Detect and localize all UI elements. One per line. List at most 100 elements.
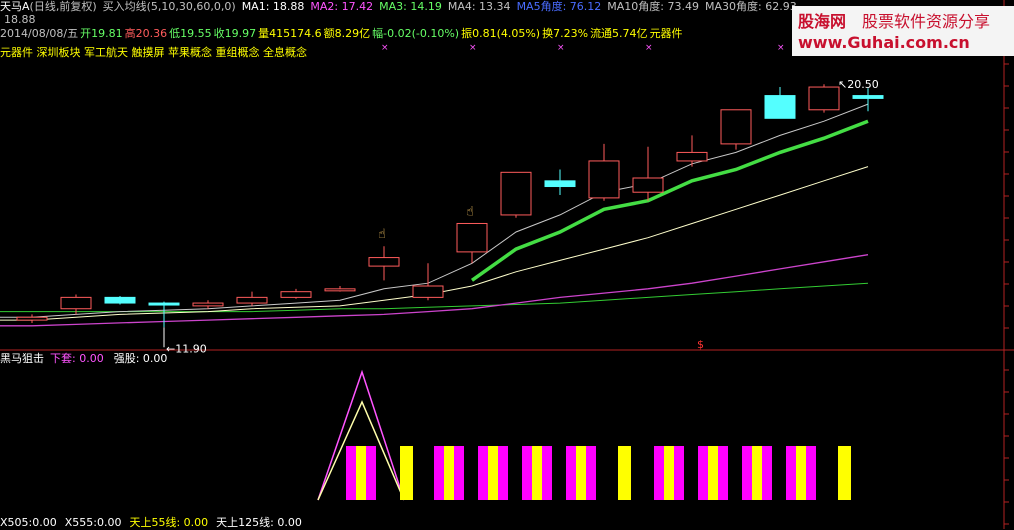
sub-bar-yellow xyxy=(488,446,498,500)
footer-x555: X555:0.00 xyxy=(64,516,122,529)
concept-tags: 元器件 深圳板块 军工航天 触摸屏 苹果概念 重组概念 全息概念 xyxy=(0,46,307,59)
sub-bar-yellow xyxy=(400,446,413,500)
candle-body xyxy=(764,95,796,119)
header-bar: 天马A(日线,前复权) 买入均线(5,10,30,60,0,0) MA1: 18.8… xyxy=(0,0,803,14)
signal-mark: × xyxy=(557,43,565,53)
sub-bar-magenta xyxy=(478,446,488,500)
candle-body xyxy=(280,291,312,298)
signal-mark: × xyxy=(645,43,653,53)
sub-bar-magenta xyxy=(762,446,772,500)
sub-bar-magenta xyxy=(434,446,444,500)
sub-bar-yellow xyxy=(576,446,586,500)
sub-bar-magenta xyxy=(654,446,664,500)
signal-mark: × xyxy=(469,43,477,53)
ma5-angle: MA5角度: 76.12 xyxy=(516,0,602,13)
candle-body xyxy=(192,302,224,307)
candle-body xyxy=(104,296,136,304)
sub-footer: X505:0.00 X555:0.00 天上55线: 0.00 天上125线: 0.0… xyxy=(0,516,302,530)
quote-sector: 元器件 xyxy=(649,27,683,40)
ma4-value: MA4: 13.34 xyxy=(447,0,511,13)
sub-label-xiatao: 下套: 0.00 xyxy=(50,352,104,365)
quote-date: 2014/08/08/五 xyxy=(0,27,79,40)
signal-mark: × xyxy=(777,43,785,53)
sub-bar-yellow xyxy=(356,446,366,500)
low-price-label: ←11.90 xyxy=(166,343,207,356)
candle-body xyxy=(544,180,576,188)
quote-bar: 2014/08/08/五 开19.81 高20.36 低19.55 收19.97 量415… xyxy=(0,27,689,41)
candle-body xyxy=(16,316,48,321)
footer-line55: 天上55线: 0.00 xyxy=(129,516,209,529)
quote-close: 收19.97 xyxy=(213,27,257,40)
sub-bar-magenta xyxy=(346,446,356,500)
sub-bar-yellow xyxy=(752,446,762,500)
candle-body xyxy=(632,177,664,193)
candle-body xyxy=(456,222,488,253)
quote-turnover: 换7.23% xyxy=(542,27,589,40)
period-label: (日线,前复权) xyxy=(29,0,97,13)
candle-body xyxy=(808,86,840,111)
candle-body xyxy=(60,296,92,310)
ma3-value: MA3: 14.19 xyxy=(379,0,442,13)
candle-body xyxy=(676,151,708,162)
candle-body xyxy=(236,296,268,304)
footer-x505: X505:0.00 xyxy=(0,516,57,529)
watermark-site: 股海网 xyxy=(798,12,847,31)
sub-bar-yellow xyxy=(708,446,718,500)
s-marker: $ xyxy=(697,338,704,351)
sub-bar-magenta xyxy=(742,446,752,500)
signal-mark: × xyxy=(381,43,389,53)
sub-bar-yellow xyxy=(618,446,631,500)
ma2-value: MA2: 17.42 xyxy=(310,0,374,13)
hand-icon: ☝ xyxy=(466,204,474,219)
watermark-url: www.Guhai.com.cn xyxy=(798,33,970,52)
sub-bar-magenta xyxy=(786,446,796,500)
watermark-slogan: 股票软件资源分享 xyxy=(862,12,991,31)
sub-bar-yellow xyxy=(444,446,454,500)
sub-label-qianggu: 强股: 0.00 xyxy=(113,352,168,365)
candle-body xyxy=(852,95,884,99)
quote-low: 低19.55 xyxy=(169,27,212,40)
quote-open: 开19.81 xyxy=(80,27,123,40)
sub-bar-yellow xyxy=(532,446,542,500)
ma1-value: MA1: 18.88 xyxy=(241,0,305,13)
high-price-label: ↖20.50 xyxy=(838,78,879,91)
quote-amplitude: 振0.81(4.05%) xyxy=(461,27,541,40)
sub-bar-magenta xyxy=(566,446,576,500)
ma30-angle: MA30角度: 62.93 xyxy=(705,0,797,13)
candle-body xyxy=(500,171,532,216)
hand-icon: ☝ xyxy=(378,227,386,242)
ma10-angle: MA10角度: 73.49 xyxy=(607,0,699,13)
quote-high: 高20.36 xyxy=(124,27,168,40)
sub-title: 黑马狙击 xyxy=(0,352,44,365)
quote-amount: 额8.29亿 xyxy=(323,27,371,40)
candle-body xyxy=(412,285,444,298)
price-chart[interactable]: ↖20.50 ←11.90 ☝ ☝ × × × × × $ xyxy=(0,0,1014,529)
quote-volume: 量415174.6 xyxy=(258,27,322,40)
sub-bar-magenta xyxy=(542,446,552,500)
sub-bar-magenta xyxy=(698,446,708,500)
sub-bar-magenta xyxy=(718,446,728,500)
cut-value: 18.88 xyxy=(4,13,36,26)
candle-body xyxy=(720,109,752,145)
quote-float: 流通5.74亿 xyxy=(590,27,648,40)
sub-bar-magenta xyxy=(674,446,684,500)
sub-bar-yellow xyxy=(796,446,806,500)
sub-bar-yellow xyxy=(838,446,851,500)
sub-bar-magenta xyxy=(586,446,596,500)
quote-change: 幅-0.02(-0.10%) xyxy=(372,27,460,40)
sub-header: 黑马狙击 下套: 0.00 强股: 0.00 xyxy=(0,352,167,366)
candle-body xyxy=(148,302,180,306)
indicator-name: 买入均线(5,10,30,60,0,0) xyxy=(102,0,236,13)
sub-bar-magenta xyxy=(522,446,532,500)
watermark-logo: 股海网 股票软件资源分享 www.Guhai.com.cn xyxy=(792,6,1014,56)
stock-title: 天马A xyxy=(0,0,30,13)
candle-body xyxy=(588,160,620,199)
sub-bar-magenta xyxy=(498,446,508,500)
sub-bar-yellow xyxy=(664,446,674,500)
sub-bar-magenta xyxy=(366,446,376,500)
sub-bar-magenta xyxy=(806,446,816,500)
candle-body xyxy=(324,288,356,292)
sub-bar-magenta xyxy=(454,446,464,500)
footer-line125: 天上125线: 0.00 xyxy=(216,516,302,529)
candle-body xyxy=(368,257,400,267)
